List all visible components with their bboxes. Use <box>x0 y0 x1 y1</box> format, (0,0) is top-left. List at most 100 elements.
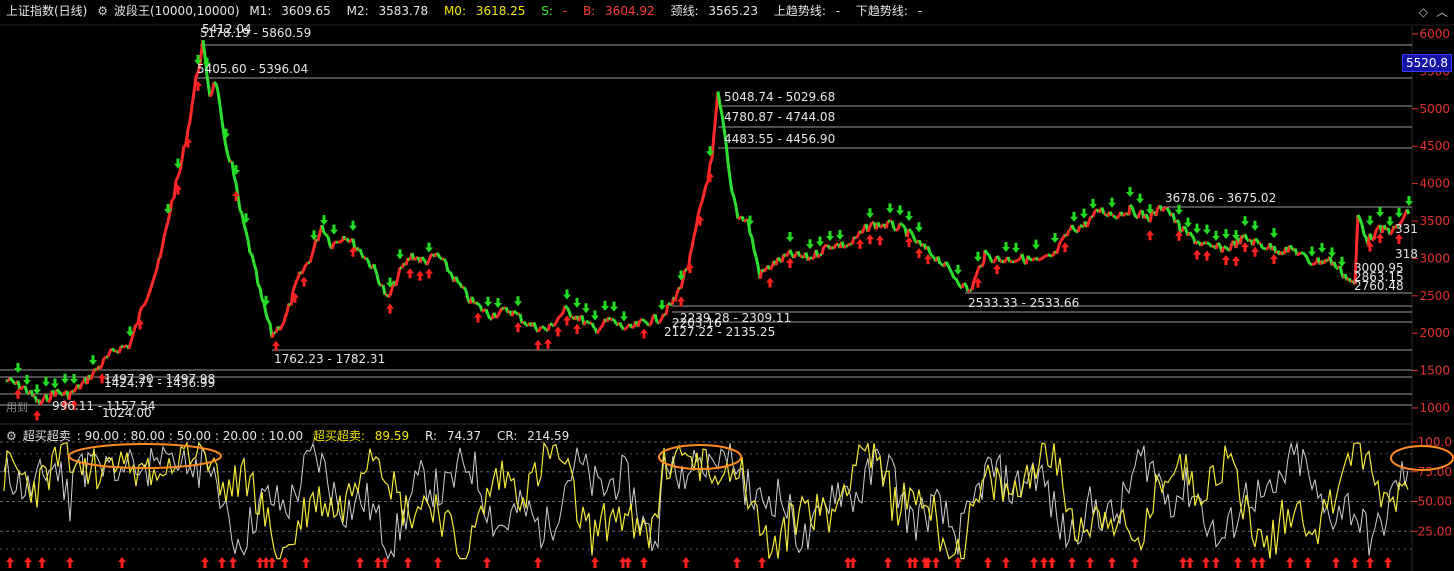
price-segment <box>980 261 986 268</box>
price-segment <box>1207 242 1212 246</box>
buy-arrow-icon <box>1203 250 1211 261</box>
m2-value: 3583.78 <box>378 4 429 18</box>
buy-signal-icon <box>911 557 919 568</box>
price-segment <box>333 240 337 245</box>
index-name[interactable]: 上证指数(日线) <box>6 4 87 18</box>
price-segment <box>1177 222 1182 232</box>
sell-arrow-icon <box>33 384 41 395</box>
price-segment <box>172 180 178 199</box>
indicator-header: ⚙ 超买超卖: 90.00 : 80.00 : 50.00 : 20.00 : 1… <box>6 428 581 444</box>
b-label: B: <box>582 4 596 18</box>
price-segment <box>72 387 78 393</box>
price-segment <box>950 272 956 279</box>
price-segment <box>201 40 207 57</box>
buy-signal-icon <box>1202 557 1210 568</box>
sell-arrow-icon <box>816 236 824 247</box>
gear-icon[interactable]: ⚙ <box>6 429 17 443</box>
up-trend-label: 上趋势线: <box>773 4 826 18</box>
price-segment <box>218 105 224 122</box>
price-segment <box>375 273 381 285</box>
sell-arrow-icon <box>70 374 78 385</box>
sell-arrow-icon <box>1032 239 1040 250</box>
sell-arrow-icon <box>51 378 59 389</box>
price-segment <box>1332 261 1338 269</box>
buy-signal-icon <box>534 557 542 568</box>
s-value: - <box>562 4 568 18</box>
price-segment <box>590 322 596 329</box>
price-segment <box>636 319 642 327</box>
price-segment <box>1009 259 1013 264</box>
price-segment <box>597 326 603 332</box>
sell-arrow-icon <box>349 220 357 231</box>
price-segment <box>293 279 299 286</box>
price-segment <box>208 92 214 98</box>
price-segment <box>688 247 694 256</box>
price-segment <box>692 227 698 237</box>
price-segment <box>641 318 645 322</box>
indicator-title[interactable]: 超买超卖 <box>23 429 71 443</box>
price-segment <box>1305 257 1311 264</box>
price-segment <box>788 249 794 256</box>
price-segment <box>974 269 980 277</box>
top-right-tools: ◇ ︿ <box>1411 3 1448 20</box>
indicator-name[interactable]: 波段王(10000,10000) <box>114 4 240 18</box>
sell-arrow-icon <box>573 297 581 308</box>
price-segment <box>1154 207 1160 217</box>
buy-arrow-icon <box>1222 255 1230 266</box>
price-segment <box>151 274 157 282</box>
price-segment <box>246 239 252 254</box>
price-segment <box>554 317 560 324</box>
buy-signal-icon <box>66 557 74 568</box>
buy-arrow-icon <box>1270 254 1278 265</box>
price-segment <box>180 145 186 160</box>
price-segment <box>174 175 180 182</box>
buy-arrow-icon <box>416 270 424 281</box>
gear-icon[interactable]: ⚙ <box>97 4 108 18</box>
price-segment <box>679 279 685 289</box>
sell-arrow-icon <box>806 239 814 250</box>
price-segment <box>582 320 588 326</box>
sell-arrow-icon <box>1251 220 1259 231</box>
price-segment <box>310 247 316 256</box>
price-segment <box>928 252 934 257</box>
price-segment <box>474 301 480 306</box>
price-segment <box>1020 253 1026 263</box>
sell-arrow-icon <box>1193 223 1201 234</box>
price-segment <box>700 193 706 202</box>
price-axis-label: 3500 <box>1419 214 1450 228</box>
sell-arrow-icon <box>42 376 50 387</box>
sell-arrow-icon <box>1080 208 1088 219</box>
sell-arrow-icon <box>1386 216 1394 227</box>
price-segment <box>304 261 310 266</box>
sell-arrow-icon <box>1338 256 1346 267</box>
sell-arrow-icon <box>425 242 433 253</box>
price-segment <box>1243 233 1249 241</box>
price-segment <box>360 254 366 259</box>
buy-signal-icon <box>374 557 382 568</box>
price-segment <box>911 234 917 242</box>
price-segment <box>917 239 922 244</box>
neck-value: 3565.23 <box>708 4 758 18</box>
price-segment <box>710 134 716 159</box>
price-segment <box>10 379 16 384</box>
price-segment <box>1360 224 1366 235</box>
price-segment <box>737 216 741 221</box>
price-segment <box>1338 265 1344 276</box>
price-segment <box>412 257 418 262</box>
price-segment <box>564 304 568 309</box>
buy-signal-icon <box>6 557 14 568</box>
chevron-up-icon[interactable]: ︿ <box>1436 5 1448 19</box>
price-segment <box>1188 231 1194 237</box>
price-segment <box>1288 244 1294 250</box>
price-segment <box>995 255 1001 260</box>
price-segment <box>280 321 286 327</box>
diamond-icon[interactable]: ◇ <box>1419 5 1428 19</box>
level-label: 1024.00 <box>102 406 152 420</box>
price-segment <box>1070 224 1076 231</box>
price-segment <box>1121 212 1127 218</box>
sell-arrow-icon <box>786 232 794 243</box>
buy-signal-icon <box>256 557 264 568</box>
price-segment <box>612 318 618 325</box>
buy-arrow-icon <box>786 258 794 269</box>
price-segment <box>732 196 738 207</box>
